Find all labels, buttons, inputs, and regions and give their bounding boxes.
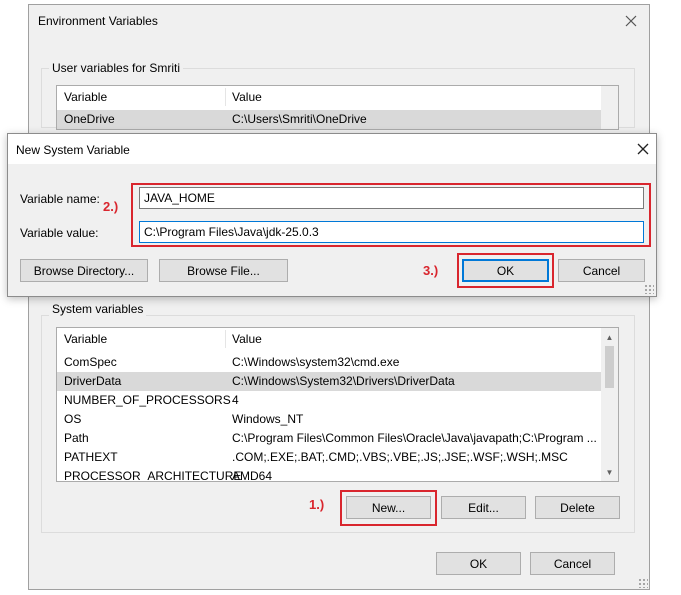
- system-variable-row[interactable]: OS Windows_NT: [57, 410, 602, 429]
- variable-name-label: Variable name:: [20, 192, 100, 206]
- close-icon[interactable]: [623, 13, 639, 29]
- system-variable-row[interactable]: NUMBER_OF_PROCESSORS 4: [57, 391, 602, 410]
- system-variable-row[interactable]: Path C:\Program Files\Common Files\Oracl…: [57, 429, 602, 448]
- system-variable-row[interactable]: PROCESSOR_ARCHITECTURE AMD64: [57, 467, 602, 482]
- window-title: Environment Variables: [38, 14, 158, 28]
- user-variable-row[interactable]: OneDrive C:\Users\Smriti\OneDrive: [57, 110, 601, 129]
- resize-grip[interactable]: [638, 578, 648, 588]
- user-list-scrollbar[interactable]: [601, 86, 618, 129]
- user-variables-label: User variables for Smriti: [49, 61, 184, 75]
- variable-name-cell: Path: [64, 431, 89, 445]
- step2-label: 2.): [103, 199, 119, 214]
- close-icon[interactable]: [635, 141, 651, 157]
- system-variables-list[interactable]: Variable Value ComSpec C:\Windows\system…: [56, 327, 619, 482]
- system-variable-row[interactable]: PATHEXT .COM;.EXE;.BAT;.CMD;.VBS;.VBE;.J…: [57, 448, 602, 467]
- variable-value-cell: C:\Windows\System32\Drivers\DriverData: [232, 374, 455, 388]
- variable-value-cell: C:\Users\Smriti\OneDrive: [232, 112, 367, 126]
- variable-value-cell: 4: [232, 393, 239, 407]
- browse-file-button[interactable]: Browse File...: [159, 259, 288, 282]
- step3-label: 3.): [423, 263, 439, 278]
- variable-value-cell: C:\Windows\system32\cmd.exe: [232, 355, 400, 369]
- step1-label: 1.): [309, 497, 325, 512]
- variable-name-cell: NUMBER_OF_PROCESSORS: [64, 393, 231, 407]
- dialog-cancel-button[interactable]: Cancel: [558, 259, 645, 282]
- browse-directory-button[interactable]: Browse Directory...: [20, 259, 148, 282]
- variable-value-cell: C:\Program Files\Common Files\Oracle\Jav…: [232, 431, 597, 445]
- env-ok-button[interactable]: OK: [436, 552, 521, 575]
- step2-highlight: [131, 183, 651, 247]
- variable-name-cell: ComSpec: [64, 355, 117, 369]
- system-variable-row[interactable]: ComSpec C:\Windows\system32\cmd.exe: [57, 353, 602, 372]
- column-header-variable[interactable]: Variable: [64, 332, 107, 346]
- dialog-title: New System Variable: [16, 143, 130, 157]
- scroll-up-arrow-icon[interactable]: ▲: [605, 333, 614, 342]
- delete-button[interactable]: Delete: [535, 496, 620, 519]
- system-variable-row[interactable]: DriverData C:\Windows\System32\Drivers\D…: [57, 372, 602, 391]
- system-list-scrollbar[interactable]: ▲ ▼: [601, 328, 618, 481]
- variable-name-cell: OneDrive: [64, 112, 115, 126]
- column-header-value[interactable]: Value: [232, 332, 262, 346]
- variable-value-cell: .COM;.EXE;.BAT;.CMD;.VBS;.VBE;.JS;.JSE;.…: [232, 450, 568, 464]
- variable-name-cell: OS: [64, 412, 82, 426]
- variable-value-label: Variable value:: [20, 226, 99, 240]
- scrollbar-thumb[interactable]: [605, 346, 614, 388]
- edit-button[interactable]: Edit...: [441, 496, 526, 519]
- step1-highlight: [340, 490, 437, 526]
- dialog-resize-grip[interactable]: [644, 284, 654, 294]
- column-header-variable[interactable]: Variable: [64, 90, 107, 104]
- variable-value-cell: Windows_NT: [232, 412, 304, 426]
- user-variables-list[interactable]: Variable Value OneDrive C:\Users\Smriti\…: [56, 85, 619, 130]
- variable-name-cell: PROCESSOR_ARCHITECTURE: [64, 469, 242, 482]
- variable-value-cell: AMD64: [232, 469, 273, 482]
- env-cancel-button[interactable]: Cancel: [530, 552, 615, 575]
- scroll-down-arrow-icon[interactable]: ▼: [605, 468, 614, 477]
- user-list-header: Variable Value: [57, 86, 618, 108]
- system-list-header: Variable Value: [57, 328, 618, 350]
- column-header-value[interactable]: Value: [232, 90, 262, 104]
- variable-name-cell: PATHEXT: [64, 450, 118, 464]
- step3-highlight: [457, 253, 554, 288]
- system-variables-label: System variables: [49, 302, 147, 316]
- variable-name-cell: DriverData: [64, 374, 122, 388]
